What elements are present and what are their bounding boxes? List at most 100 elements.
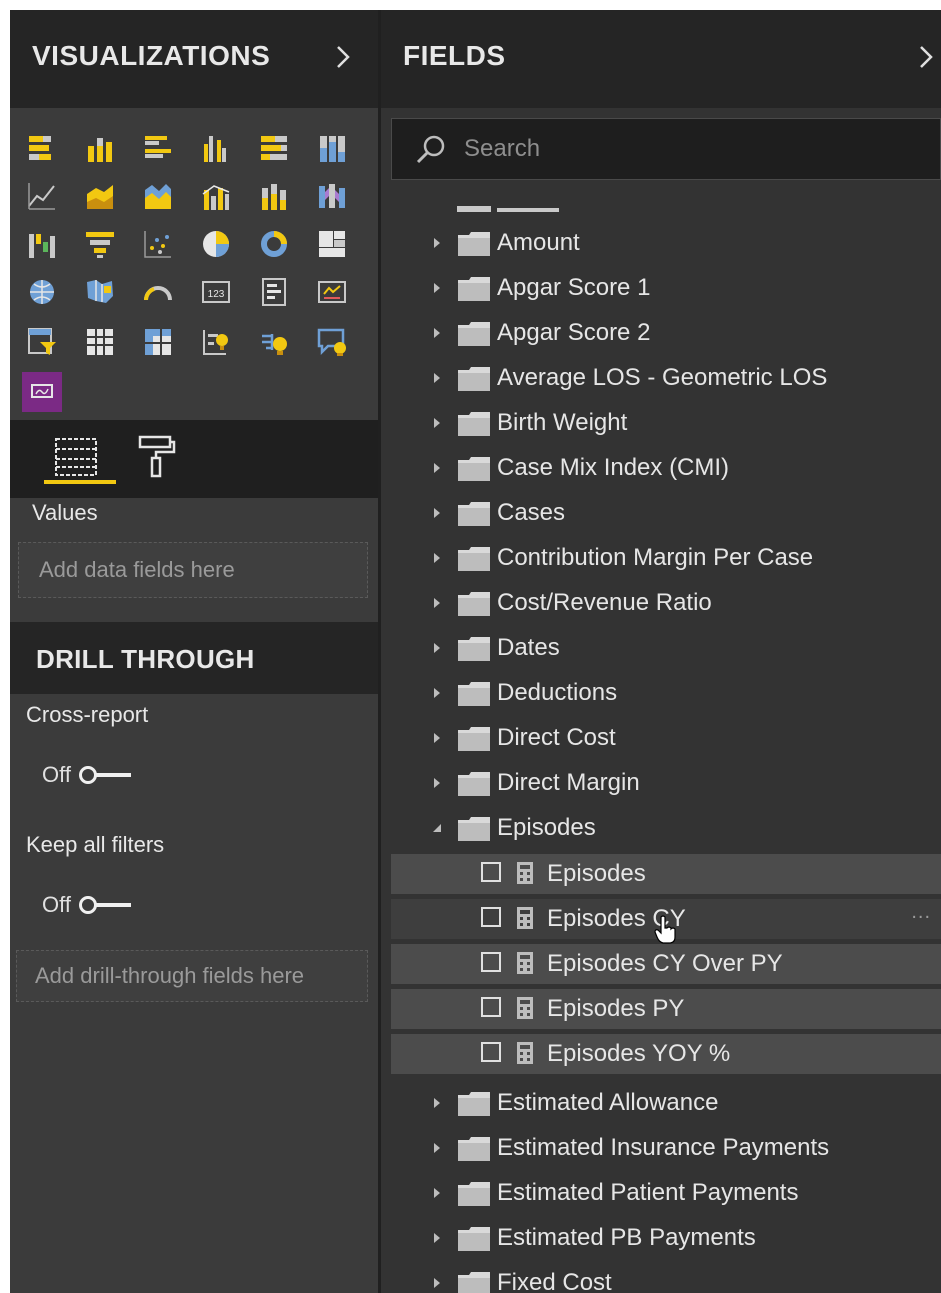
collapse-caret-icon[interactable] bbox=[431, 818, 443, 838]
clustered-bar-icon[interactable] bbox=[138, 128, 178, 168]
ribbon-chart-icon[interactable] bbox=[312, 176, 352, 216]
svg-text:123: 123 bbox=[208, 289, 225, 300]
chevron-right-icon[interactable] bbox=[911, 40, 941, 74]
expand-caret-icon[interactable] bbox=[431, 233, 443, 253]
keep-filters-toggle[interactable]: Off bbox=[42, 890, 131, 920]
expand-caret-icon[interactable] bbox=[431, 1183, 443, 1203]
table-row[interactable]: Estimated Patient Payments bbox=[381, 1171, 941, 1215]
table-row[interactable]: Apgar Score 1 bbox=[381, 266, 941, 310]
scatter-icon[interactable] bbox=[138, 224, 178, 264]
measure-row[interactable]: Episodes CY Over PY bbox=[391, 944, 941, 984]
fields-tab-icon[interactable] bbox=[54, 436, 98, 483]
values-drop-zone[interactable]: Add data fields here bbox=[18, 542, 368, 598]
measure-row[interactable]: Episodes YOY % bbox=[391, 1034, 941, 1074]
expand-caret-icon[interactable] bbox=[431, 1228, 443, 1248]
drill-through-drop-zone[interactable]: Add drill-through fields here bbox=[16, 950, 368, 1002]
map-icon[interactable] bbox=[22, 272, 62, 312]
table-row[interactable]: Estimated Allowance bbox=[381, 1081, 941, 1125]
table-row[interactable]: Deductions bbox=[381, 671, 941, 715]
line-stacked-column-icon[interactable] bbox=[254, 176, 294, 216]
table-row[interactable]: Cases bbox=[381, 491, 941, 535]
chevron-right-icon[interactable] bbox=[328, 40, 358, 74]
waterfall-icon[interactable] bbox=[22, 224, 62, 264]
key-influencers-icon[interactable] bbox=[254, 322, 294, 362]
paint-roller-icon[interactable] bbox=[134, 434, 178, 485]
expand-caret-icon[interactable] bbox=[431, 728, 443, 748]
visualizations-header: VISUALIZATIONS bbox=[10, 10, 378, 108]
table-row[interactable]: Case Mix Index (CMI) bbox=[381, 446, 941, 490]
custom-visual-icon[interactable] bbox=[22, 372, 62, 412]
table-row[interactable]: Amount bbox=[381, 221, 941, 265]
expand-caret-icon[interactable] bbox=[431, 683, 443, 703]
expand-caret-icon[interactable] bbox=[431, 1093, 443, 1113]
table-name: Direct Cost bbox=[497, 724, 616, 751]
visualizations-title: VISUALIZATIONS bbox=[32, 40, 271, 71]
field-checkbox[interactable] bbox=[481, 907, 501, 927]
treemap-icon[interactable] bbox=[312, 224, 352, 264]
table-row[interactable]: Birth Weight bbox=[381, 401, 941, 445]
r-script-icon[interactable] bbox=[196, 322, 236, 362]
expand-caret-icon[interactable] bbox=[431, 1138, 443, 1158]
table-row[interactable]: Apgar Score 2 bbox=[381, 311, 941, 355]
measure-row[interactable]: Episodes bbox=[391, 854, 941, 894]
card-icon[interactable]: 123 bbox=[196, 272, 236, 312]
expand-caret-icon[interactable] bbox=[431, 1273, 443, 1293]
table-row[interactable]: Fixed Cost bbox=[381, 1261, 941, 1293]
clustered-column-icon[interactable] bbox=[196, 128, 236, 168]
field-checkbox[interactable] bbox=[481, 997, 501, 1017]
field-checkbox[interactable] bbox=[481, 1042, 501, 1062]
measure-name: Episodes CY Over PY bbox=[547, 950, 783, 977]
expand-caret-icon[interactable] bbox=[431, 368, 443, 388]
table-row[interactable]: Direct Margin bbox=[381, 761, 941, 805]
table-row[interactable]: Cost/Revenue Ratio bbox=[381, 581, 941, 625]
expand-caret-icon[interactable] bbox=[431, 458, 443, 478]
100-stacked-bar-icon[interactable] bbox=[254, 128, 294, 168]
stacked-area-icon[interactable] bbox=[138, 176, 178, 216]
donut-icon[interactable] bbox=[254, 224, 294, 264]
table-row[interactable]: Estimated PB Payments bbox=[381, 1216, 941, 1260]
table-row-expanded[interactable]: Episodes bbox=[381, 806, 941, 850]
multi-row-card-icon[interactable] bbox=[254, 272, 294, 312]
line-chart-icon[interactable] bbox=[22, 176, 62, 216]
qa-icon[interactable] bbox=[312, 322, 352, 362]
pie-icon[interactable] bbox=[196, 224, 236, 264]
expand-caret-icon[interactable] bbox=[431, 773, 443, 793]
measure-row[interactable]: Episodes CY ... bbox=[391, 899, 941, 944]
more-options-icon[interactable]: ... bbox=[911, 901, 931, 924]
cross-report-toggle[interactable]: Off bbox=[42, 760, 131, 790]
expand-caret-icon[interactable] bbox=[431, 548, 443, 568]
folder-icon bbox=[457, 229, 491, 262]
search-input[interactable]: Search bbox=[391, 118, 941, 180]
gauge-icon[interactable] bbox=[138, 272, 178, 312]
folder-icon bbox=[457, 206, 491, 212]
expand-caret-icon[interactable] bbox=[431, 278, 443, 298]
table-name: Estimated Allowance bbox=[497, 1089, 719, 1116]
field-checkbox[interactable] bbox=[481, 952, 501, 972]
funnel-icon[interactable] bbox=[80, 224, 120, 264]
slicer-icon[interactable] bbox=[22, 322, 62, 362]
folder-icon bbox=[457, 544, 491, 577]
table-row[interactable]: Contribution Margin Per Case bbox=[381, 536, 941, 580]
field-checkbox[interactable] bbox=[481, 862, 501, 882]
expand-caret-icon[interactable] bbox=[431, 593, 443, 613]
area-chart-icon[interactable] bbox=[80, 176, 120, 216]
filled-map-icon[interactable] bbox=[80, 272, 120, 312]
measure-name: Episodes PY bbox=[547, 995, 685, 1022]
line-clustered-column-icon[interactable] bbox=[196, 176, 236, 216]
expand-caret-icon[interactable] bbox=[431, 323, 443, 343]
table-row[interactable]: Average LOS - Geometric LOS bbox=[381, 356, 941, 400]
stacked-bar-icon[interactable] bbox=[22, 128, 62, 168]
kpi-icon[interactable] bbox=[312, 272, 352, 312]
100-stacked-column-icon[interactable] bbox=[312, 128, 352, 168]
calculator-icon bbox=[515, 995, 535, 1026]
matrix-icon[interactable] bbox=[138, 322, 178, 362]
measure-row[interactable]: Episodes PY bbox=[391, 989, 941, 1029]
expand-caret-icon[interactable] bbox=[431, 503, 443, 523]
table-row[interactable]: Direct Cost bbox=[381, 716, 941, 760]
table-icon[interactable] bbox=[80, 322, 120, 362]
table-row[interactable]: Estimated Insurance Payments bbox=[381, 1126, 941, 1170]
table-row[interactable]: Dates bbox=[381, 626, 941, 670]
expand-caret-icon[interactable] bbox=[431, 413, 443, 433]
expand-caret-icon[interactable] bbox=[431, 638, 443, 658]
stacked-column-icon[interactable] bbox=[80, 128, 120, 168]
